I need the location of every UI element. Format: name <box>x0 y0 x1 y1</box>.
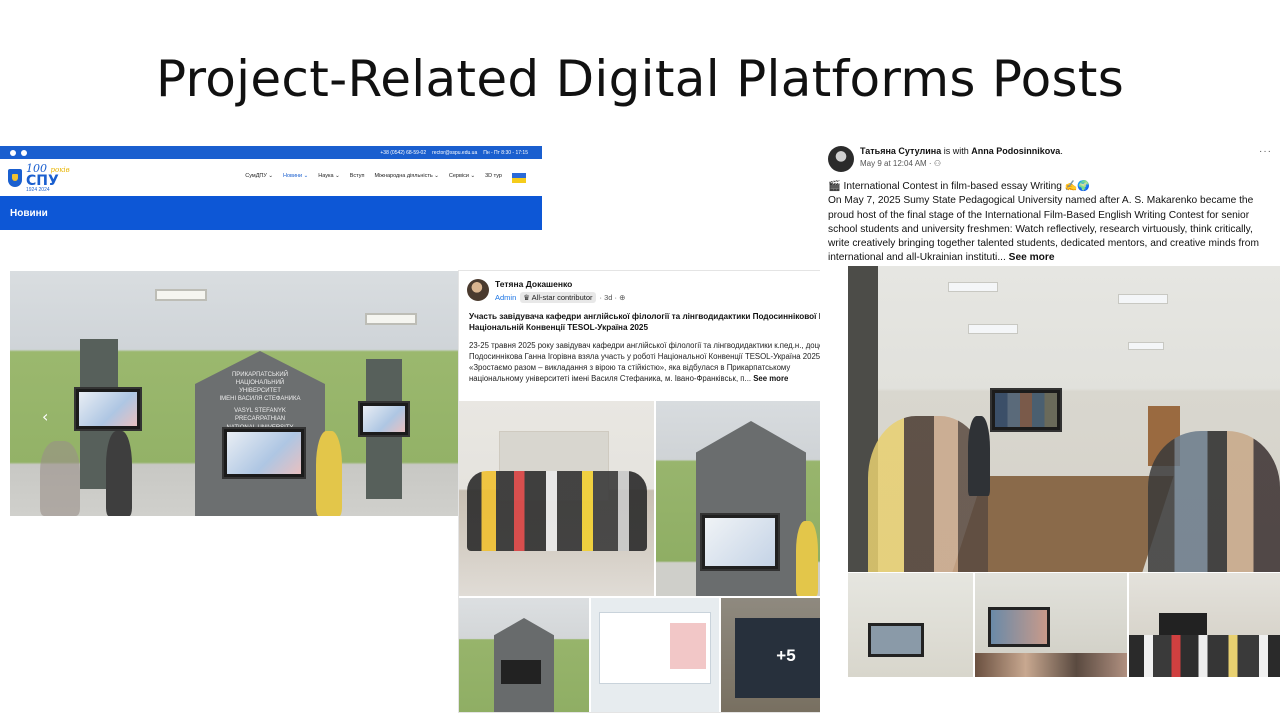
post-photo-grid: +5 <box>459 401 849 712</box>
conference-photo-left: ПРИКАРПАТСЬКИЙ НАЦІОНАЛЬНИЙ УНІВЕРСИТЕТ … <box>10 271 458 516</box>
nav-item-3d-tour[interactable]: 3D тур <box>485 173 502 183</box>
all-star-badge: ♛ All-star contributor <box>520 292 596 303</box>
speaker-figure <box>316 431 342 516</box>
post-author-name[interactable]: Татьяна Сутулина <box>860 146 941 156</box>
post-time[interactable]: May 9 at 12:04 AM · ⚇ <box>860 159 1063 168</box>
university-website-screenshot: +38 (0542) 68-59-02 rector@sspu.edu.ua П… <box>0 146 542 230</box>
post-body: 🎬 International Contest in film-based es… <box>820 172 1280 266</box>
logo-abbr: СПУ <box>26 172 59 189</box>
carousel-prev-icon[interactable]: ‹ <box>42 407 48 426</box>
social-icons <box>10 149 27 156</box>
booth-sign: ПРИКАРПАТСЬКИЙ НАЦІОНАЛЬНИЙ УНІВЕРСИТЕТ … <box>219 372 301 431</box>
post-body: 23-25 травня 2025 року завідувач кафедри… <box>469 340 832 384</box>
more-options-icon[interactable]: ··· <box>1259 146 1272 157</box>
post-meta: Admin ♛ All-star contributor · 3d · ⊕ <box>495 292 625 303</box>
post-author-name[interactable]: Тетяна Докашенко <box>495 279 625 289</box>
ukraine-flag-icon[interactable] <box>512 172 526 183</box>
presentation-screen <box>358 401 410 437</box>
nav-item-services[interactable]: Сервіси ⌄ <box>449 173 475 183</box>
blurred-figure <box>40 441 80 516</box>
nav-item-sumdpu[interactable]: СумДПУ ⌄ <box>245 173 273 183</box>
tagged-user[interactable]: Anna Podosinnikova <box>971 146 1060 156</box>
presentation-screen <box>74 387 142 431</box>
students-right <box>1148 431 1280 572</box>
author-avatar[interactable] <box>467 279 489 301</box>
youtube-icon[interactable] <box>21 149 27 156</box>
email-text[interactable]: rector@sspu.edu.ua <box>432 150 477 156</box>
news-section-band: Новини <box>0 196 542 230</box>
nav-item-admission[interactable]: Вступ <box>350 173 365 183</box>
group-photo-thumb[interactable] <box>1129 573 1280 677</box>
ceiling-light <box>365 313 417 325</box>
slide-title: Project-Related Digital Platforms Posts <box>155 50 1125 108</box>
see-more-link[interactable]: See more <box>753 374 788 383</box>
university-logo[interactable]: 100 років СПУ 1924 2024 <box>8 163 70 193</box>
group-of-people <box>467 471 647 551</box>
with-word: is with <box>943 146 969 156</box>
crest-icon <box>8 168 22 187</box>
author-avatar[interactable] <box>828 146 854 172</box>
post-photo-grid <box>848 573 1280 677</box>
main-nav: СумДПУ ⌄ Новини ⌄ Наука ⌄ Вступ Міжнарод… <box>245 172 526 183</box>
nav-item-international[interactable]: Міжнародна діяльність ⌄ <box>374 173 438 183</box>
nav-item-news[interactable]: Новини ⌄ <box>283 173 308 183</box>
photo-thumb[interactable] <box>975 573 1127 677</box>
post-title: Участь завідувача кафедри англійської фі… <box>469 312 837 333</box>
post-headline: 🎬 International Contest in film-based es… <box>828 181 1091 192</box>
ceiling-light <box>155 289 207 301</box>
speaker-figure <box>106 431 132 516</box>
see-more-link[interactable]: See more <box>1009 252 1055 263</box>
post-header: Тетяна Докашенко Admin ♛ All-star contri… <box>459 271 849 303</box>
nav-item-science[interactable]: Наука ⌄ <box>318 173 339 183</box>
website-topbar: +38 (0542) 68-59-02 rector@sspu.edu.ua П… <box>0 146 542 159</box>
topbar-contacts: +38 (0542) 68-59-02 rector@sspu.edu.ua П… <box>380 150 532 156</box>
post-header: Татьяна Сутулина is with Anna Podosinnik… <box>820 140 1280 172</box>
facebook-post-contest: Татьяна Сутулина is with Anna Podosinnik… <box>820 140 1280 720</box>
website-header: 100 років СПУ 1924 2024 СумДПУ ⌄ Новини … <box>0 159 542 196</box>
facebook-icon[interactable] <box>10 149 16 156</box>
video-call-screen <box>990 388 1062 432</box>
hours-text: Пн - Пт 8:30 - 17:15 <box>483 149 528 156</box>
photo-thumb[interactable] <box>848 573 973 677</box>
contest-main-photo[interactable] <box>848 266 1280 572</box>
admin-badge: Admin <box>495 293 517 302</box>
presentation-screen <box>222 427 306 479</box>
phone-text[interactable]: +38 (0542) 68-59-02 <box>380 150 426 156</box>
photo-thumb[interactable] <box>459 598 589 712</box>
logo-years-range: 1924 2024 <box>26 186 50 193</box>
presenter-figure <box>968 416 990 496</box>
post-time[interactable]: · 3d · ⊕ <box>600 293 626 302</box>
facebook-post-tesol: Тетяна Докашенко Admin ♛ All-star contri… <box>458 270 850 713</box>
group-photo[interactable] <box>459 401 654 596</box>
slide-photo[interactable] <box>591 598 719 712</box>
